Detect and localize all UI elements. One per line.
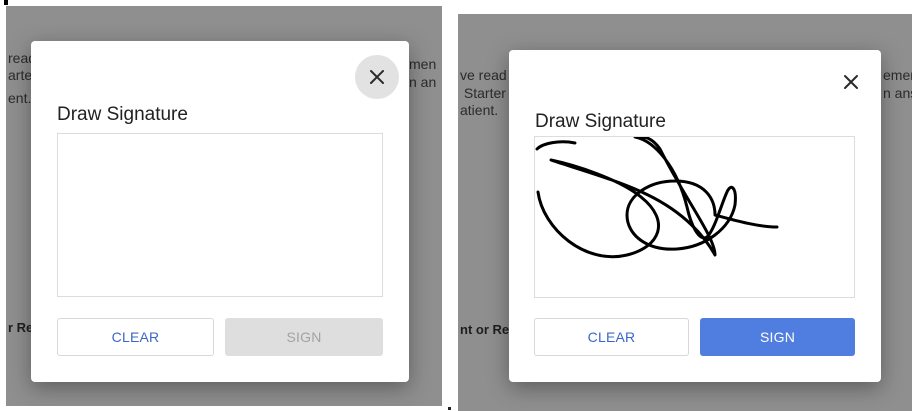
signature-canvas[interactable] <box>534 136 855 298</box>
sign-button[interactable]: SIGN <box>700 318 855 356</box>
background-heading: r Re <box>8 320 34 335</box>
corner-mark <box>4 0 8 5</box>
signature-dialog: Draw Signature CLEAR SIGN <box>31 41 409 382</box>
signature-stroke <box>535 137 779 259</box>
background-text-line: ent. <box>8 90 32 106</box>
close-button[interactable] <box>829 60 873 104</box>
background-text-line: n an <box>409 74 437 90</box>
background-text-line: men <box>409 56 437 72</box>
clear-button[interactable]: CLEAR <box>534 318 689 356</box>
close-icon <box>844 75 858 89</box>
clear-button[interactable]: CLEAR <box>57 318 214 356</box>
dialog-title: Draw Signature <box>57 104 188 125</box>
corner-mark <box>448 407 451 410</box>
right-screen: ve read Starter atient. emen n ans nt or… <box>458 14 912 411</box>
background-text-line: atient. <box>460 102 499 118</box>
background-text-line: ve read <box>460 67 507 83</box>
signature-dialog: Draw Signature CLEAR SIGN <box>509 50 881 382</box>
close-button[interactable] <box>355 55 399 99</box>
signature-canvas[interactable] <box>57 133 383 297</box>
close-icon <box>370 70 384 84</box>
background-text-line: n ans <box>883 85 912 101</box>
background-text-line: emen <box>883 67 912 83</box>
left-screen: read arter ent. men n an r Re Draw Signa… <box>6 6 442 406</box>
sign-button[interactable]: SIGN <box>225 318 383 356</box>
dialog-title: Draw Signature <box>535 111 666 132</box>
background-heading: nt or Re <box>460 322 510 337</box>
